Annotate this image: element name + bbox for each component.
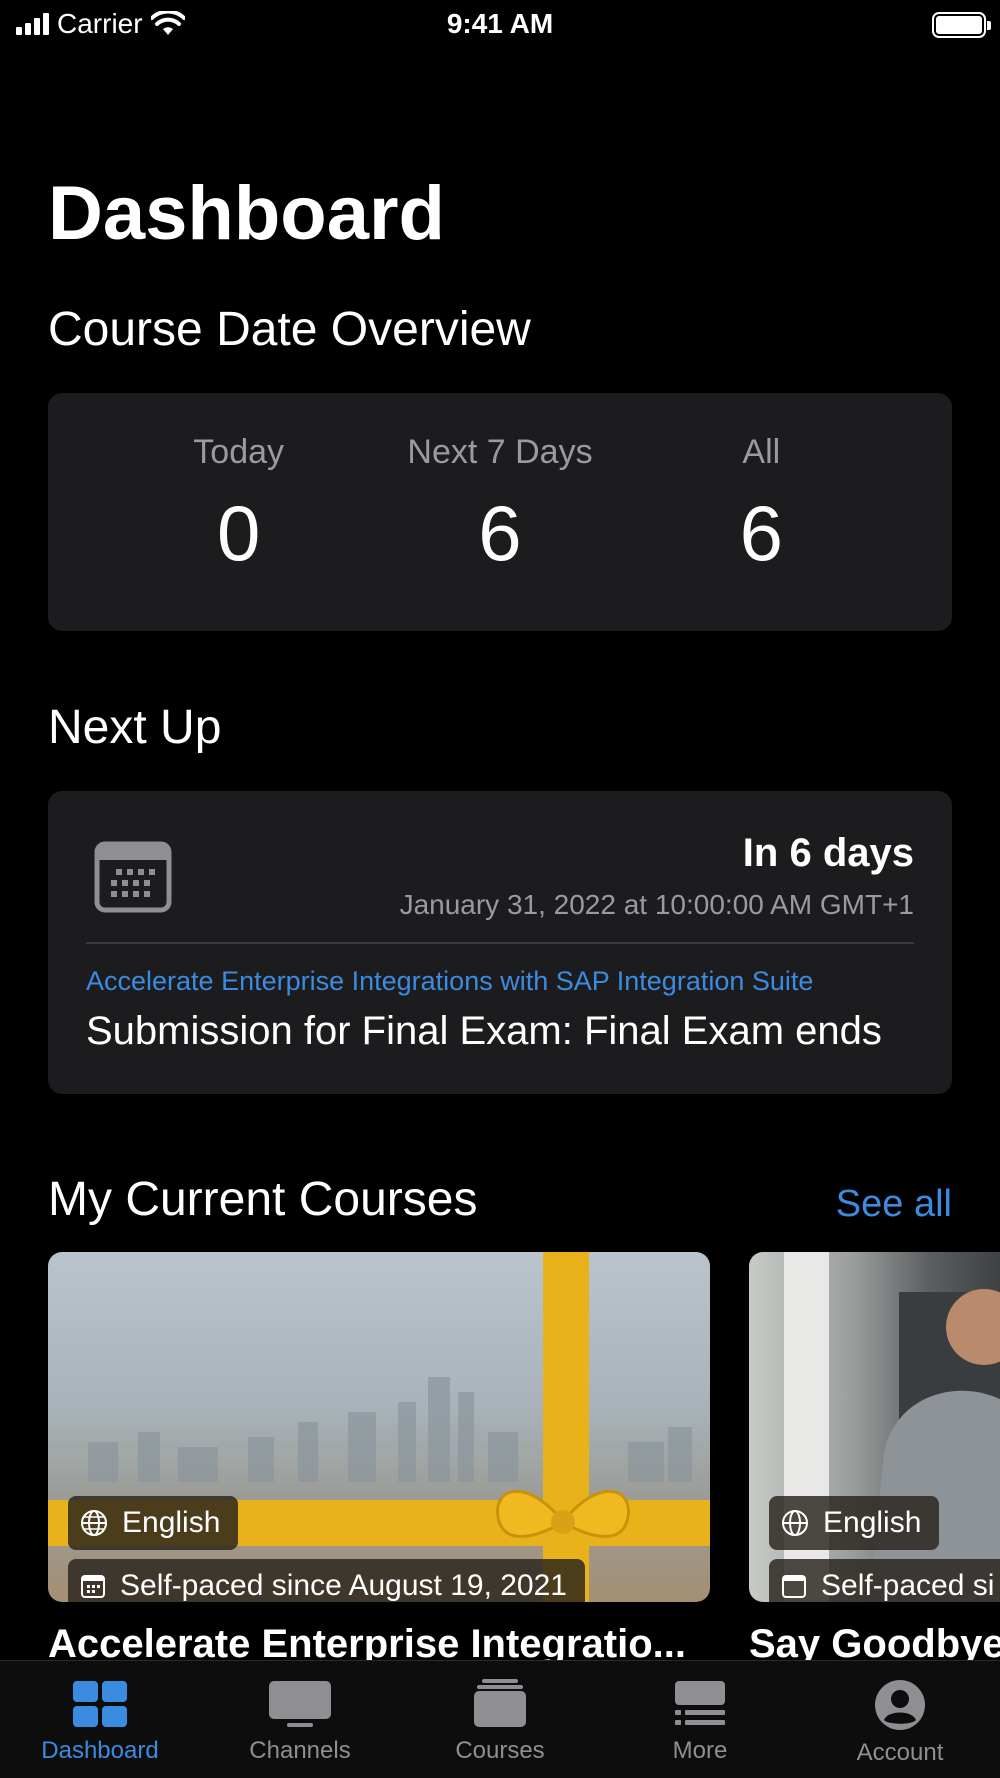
tab-more[interactable]: More	[600, 1661, 800, 1778]
overview-count: 0	[216, 489, 261, 577]
stack-icon	[474, 1679, 526, 1727]
tab-label: Dashboard	[41, 1737, 159, 1764]
tab-bar: Dashboard Channels Courses More Account	[0, 1660, 1000, 1778]
calendar-icon	[81, 1575, 105, 1598]
date-label: Self-paced since August 19, 2021	[120, 1569, 567, 1602]
divider	[86, 942, 914, 944]
overview-today[interactable]: Today 0	[108, 393, 369, 631]
gift-bow-image	[496, 1489, 630, 1538]
tv-icon	[269, 1681, 331, 1727]
globe-icon	[782, 1510, 808, 1536]
date-label: Self-paced si	[821, 1569, 995, 1602]
tab-label: Account	[856, 1739, 944, 1766]
language-tag: English	[769, 1496, 940, 1550]
calendar-icon	[782, 1575, 806, 1598]
language-label: English	[823, 1506, 922, 1539]
tab-channels[interactable]: Channels	[200, 1661, 400, 1778]
calendar-icon	[94, 841, 172, 913]
tab-label: Channels	[249, 1737, 351, 1764]
next-up-card[interactable]: In 6 days January 31, 2022 at 10:00:00 A…	[48, 791, 952, 1094]
status-bar: Carrier 9:41 AM	[0, 0, 1000, 50]
language-label: English	[122, 1506, 221, 1539]
next-up-relative-date: In 6 days	[742, 831, 914, 875]
overview-next-7-days[interactable]: Next 7 Days 6	[369, 393, 630, 631]
overview-label: All	[742, 433, 781, 471]
overview-count: 6	[739, 489, 784, 577]
battery-icon	[932, 12, 991, 38]
next-up-title: Next Up	[48, 701, 222, 754]
overview-all[interactable]: All 6	[631, 393, 892, 631]
course-card[interactable]: English Self-paced since August 19, 2021	[48, 1252, 710, 1602]
list-icon	[675, 1681, 725, 1725]
see-all-link[interactable]: See all	[836, 1183, 952, 1226]
person-circle-icon	[875, 1680, 925, 1730]
next-up-date: January 31, 2022 at 10:00:00 AM GMT+1	[399, 889, 914, 920]
tab-dashboard[interactable]: Dashboard	[0, 1661, 200, 1778]
overview-label: Today	[193, 433, 285, 471]
language-tag: English	[68, 1496, 239, 1550]
date-tag: Self-paced si	[769, 1559, 1000, 1602]
page-title: Dashboard	[48, 171, 445, 256]
tab-courses[interactable]: Courses	[400, 1661, 600, 1778]
next-up-course-name: Accelerate Enterprise Integrations with …	[86, 966, 814, 996]
dashboard-grid-icon	[73, 1681, 127, 1727]
my-current-courses-title: My Current Courses	[48, 1173, 478, 1226]
course-date-overview-title: Course Date Overview	[48, 303, 531, 356]
globe-icon	[81, 1510, 107, 1536]
course-thumbnail-image	[88, 1377, 692, 1482]
status-time: 9:41 AM	[446, 8, 554, 39]
course-card[interactable]: English Self-paced si	[749, 1252, 1000, 1602]
tab-label: Courses	[455, 1737, 545, 1764]
overview-count: 6	[478, 489, 522, 577]
tab-account[interactable]: Account	[800, 1661, 1000, 1778]
date-tag: Self-paced since August 19, 2021	[68, 1559, 585, 1602]
overview-label: Next 7 Days	[407, 433, 593, 471]
tab-label: More	[672, 1737, 728, 1764]
next-up-item-title: Submission for Final Exam: Final Exam en…	[86, 1009, 882, 1053]
course-date-overview-card[interactable]: Today 0 Next 7 Days 6 All 6	[48, 393, 952, 631]
